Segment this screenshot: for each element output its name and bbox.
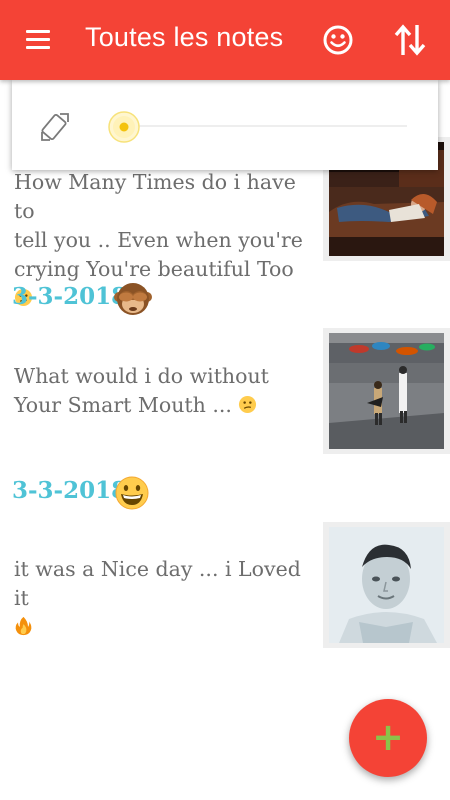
grinning-face-emoji: [114, 475, 150, 515]
add-note-button[interactable]: +: [349, 699, 427, 777]
app-bar: Toutes les notes: [0, 0, 450, 80]
note-text: it was a Nice day ... i Loved it: [14, 555, 319, 642]
note-image-people-in-rain[interactable]: [323, 328, 450, 454]
brightness-panel: [12, 80, 438, 170]
see-no-evil-monkey-emoji: [114, 280, 152, 322]
note-text-line: What would i do without: [14, 364, 269, 388]
note-image-man-portrait[interactable]: [323, 522, 450, 648]
note-date: 3-3-2018: [12, 477, 128, 504]
note-text-line: it was a Nice day ... i Loved it: [14, 557, 301, 610]
hamburger-menu-icon[interactable]: [24, 27, 54, 53]
plus-icon: +: [372, 715, 404, 759]
note-text-line: tell you .. Even when you're: [14, 228, 303, 252]
confused-face-emoji: [238, 393, 257, 417]
note-date: 3-3-2018: [12, 283, 128, 310]
note-text: What would i do without Your Smart Mouth…: [14, 362, 319, 420]
note-text-line: How Many Times do i have to: [14, 170, 296, 223]
page-title: Toutes les notes: [85, 22, 284, 52]
fire-emoji: [14, 613, 319, 642]
smiley-face-icon[interactable]: [322, 24, 354, 56]
note-text-line: Your Smart Mouth ...: [14, 391, 319, 420]
sort-arrows-icon[interactable]: [394, 22, 426, 58]
brightness-slider-track[interactable]: [137, 125, 407, 127]
auto-rotate-icon[interactable]: [38, 110, 72, 144]
brightness-slider-thumb[interactable]: [107, 110, 141, 148]
